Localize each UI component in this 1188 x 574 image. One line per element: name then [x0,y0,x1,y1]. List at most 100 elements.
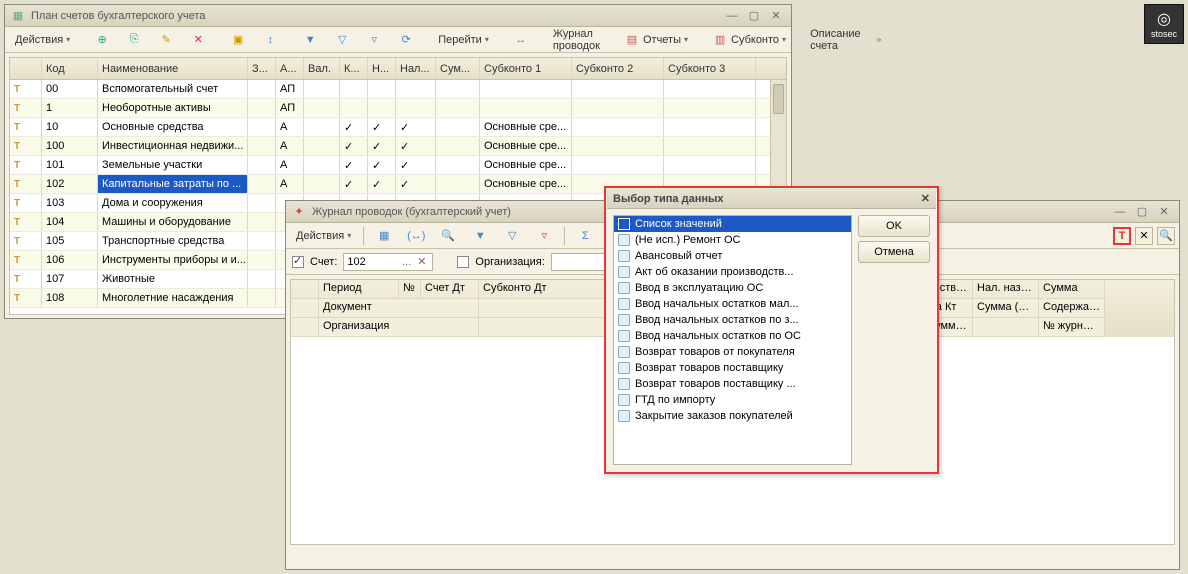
refresh-button[interactable]: ⟳ [392,30,420,50]
type-filter-button[interactable]: T [1113,227,1131,245]
coa-column-header[interactable]: К... [340,58,368,79]
coa-column-header[interactable] [10,58,42,79]
journal-column-header[interactable] [291,318,319,337]
journal-maximize-button[interactable]: ▢ [1133,204,1151,220]
list-item-icon [618,394,630,406]
type-list-item[interactable]: Акт об оказании производств... [614,264,851,280]
account-checkbox[interactable] [292,256,304,268]
coa-column-header[interactable]: Субконто 2 [572,58,664,79]
journal-title: Журнал проводок (бухгалтерский учет) [312,206,511,218]
search-button[interactable]: 🔍 [1157,227,1175,245]
coa-grid-header: КодНаименованиеЗ...А...Вал.К...Н...Нал..… [10,58,786,80]
minimize-button[interactable]: — [723,8,741,24]
filter2-button[interactable]: ▽ [328,30,356,50]
corner-logo: ◎ stosec [1144,4,1184,44]
nav-back-button[interactable]: ↔ [507,30,535,50]
coa-row[interactable]: T1Необоротные активыАП [10,99,786,118]
subkonto-menu[interactable]: ▥Субконто▾ [706,30,792,50]
j-filter2-button[interactable]: ▽ [498,226,526,246]
type-list-item[interactable]: Ввод начальных остатков по з... [614,312,851,328]
journal-column-header[interactable]: № [399,280,421,299]
type-list-item[interactable]: (Не исп.) Ремонт ОС [614,232,851,248]
delete-button[interactable]: ✕ [184,30,212,50]
type-list-item[interactable]: Ввод начальных остатков по ОС [614,328,851,344]
close-button[interactable]: ✕ [767,8,785,24]
journal-column-header[interactable]: Нал. назн... [973,280,1039,299]
journal-column-header[interactable]: Период [319,280,399,299]
coa-row[interactable]: T100Инвестиционная недвижи...А✓✓✓Основны… [10,137,786,156]
add-copy-button[interactable]: ⎘ [120,30,148,50]
dialog-close-button[interactable]: ✕ [921,192,930,205]
org-checkbox[interactable] [457,256,469,268]
edit-button[interactable]: ✎ [152,30,180,50]
list-item-icon [618,218,630,230]
coa-column-header[interactable]: Сум... [436,58,480,79]
j-interval-button[interactable]: (↔) [402,226,430,246]
type-list-item[interactable]: ГТД по импорту [614,392,851,408]
j-filter-off-button[interactable]: ▿ [530,226,558,246]
dialog-titlebar: Выбор типа данных ✕ [607,189,936,209]
goto-menu[interactable]: Перейти▾ [432,30,495,50]
journal-actions-menu[interactable]: Действия▾ [290,226,357,246]
coa-column-header[interactable]: З... [248,58,276,79]
coa-column-header[interactable]: Н... [368,58,396,79]
journal-column-header[interactable]: Документ [319,299,479,318]
journal-column-header[interactable]: Сумма [1039,280,1105,299]
coa-column-header[interactable]: Субконто 1 [480,58,572,79]
type-list-item[interactable]: Возврат товаров поставщику [614,360,851,376]
cancel-button[interactable]: Отмена [858,241,930,263]
journal-close-button[interactable]: ✕ [1155,204,1173,220]
reports-menu[interactable]: ▤Отчеты▾ [618,30,694,50]
type-list-item[interactable]: Список значений [614,216,851,232]
type-list-item[interactable]: Возврат товаров поставщику ... [614,376,851,392]
account-input[interactable]: 102 ... ✕ [343,253,433,271]
coa-column-header[interactable]: А... [276,58,304,79]
coa-row[interactable]: T00Вспомогательный счетАП [10,80,786,99]
journal-column-header[interactable] [973,318,1039,337]
ok-button[interactable]: OK [858,215,930,237]
journal-column-header[interactable]: Счет Дт [421,280,479,299]
list-item-label: Список значений [635,218,722,230]
type-list-item[interactable]: Возврат товаров от покупателя [614,344,851,360]
filter-button[interactable]: ▼ [296,30,324,50]
hierarchy-button[interactable]: ▣ [224,30,252,50]
actions-menu[interactable]: Действия▾ [9,30,76,50]
coa-column-header[interactable]: Наименование [98,58,248,79]
j-filter-button[interactable]: ▼ [466,226,494,246]
account-select-button[interactable]: ... [399,256,414,268]
account-clear-button[interactable]: ✕ [414,255,429,268]
coa-column-header[interactable]: Субконто 3 [664,58,756,79]
journal-column-header[interactable]: Организация [319,318,479,337]
coa-column-header[interactable]: Вал. [304,58,340,79]
coa-row[interactable]: T10Основные средстваА✓✓✓Основные сре... [10,118,786,137]
clear-filter-button[interactable]: ✕ [1135,227,1153,245]
type-list-item[interactable]: Закрытие заказов покупателей [614,408,851,424]
list-item-icon [618,282,630,294]
journal-column-header[interactable]: Сумма (н/у) Кт [973,299,1039,318]
list-item-label: Ввод начальных остатков мал... [635,298,799,310]
list-item-icon [618,298,630,310]
j-find-button[interactable]: 🔍 [434,226,462,246]
coa-row[interactable]: T101Земельные участкиА✓✓✓Основные сре... [10,156,786,175]
j-arrange-button[interactable]: ▦ [370,226,398,246]
type-listbox[interactable]: Список значений (Не исп.) Ремонт ОСАвансо… [613,215,852,465]
journal-button[interactable]: Журнал проводок [547,30,606,50]
type-list-item[interactable]: Авансовый отчет [614,248,851,264]
add-button[interactable]: ⊕ [88,30,116,50]
type-list-item[interactable]: Ввод в эксплуатацию ОС [614,280,851,296]
filter-off-button[interactable]: ▿ [360,30,388,50]
maximize-button[interactable]: ▢ [745,8,763,24]
journal-column-header[interactable]: Содержание [1039,299,1105,318]
description-button[interactable]: Описание счета [804,30,867,50]
coa-title: План счетов бухгалтерского учета [31,10,205,22]
journal-column-header[interactable] [291,299,319,318]
move-button[interactable]: ↕ [256,30,284,50]
toolbar-overflow[interactable]: » [871,30,887,50]
coa-column-header[interactable]: Код [42,58,98,79]
journal-column-header[interactable] [291,280,319,299]
journal-minimize-button[interactable]: — [1111,204,1129,220]
type-list-item[interactable]: Ввод начальных остатков мал... [614,296,851,312]
j-sum-button[interactable]: Σ [571,226,599,246]
coa-column-header[interactable]: Нал... [396,58,436,79]
journal-column-header[interactable]: № журнала [1039,318,1105,337]
